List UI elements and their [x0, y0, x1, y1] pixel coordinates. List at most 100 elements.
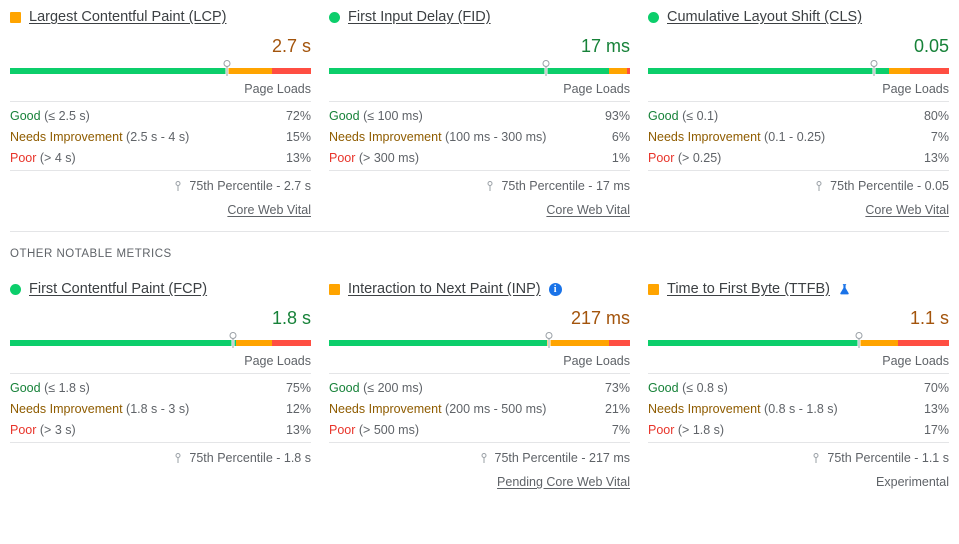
percentile-pin-marker — [869, 60, 878, 76]
bucket-percentage: 70% — [923, 380, 949, 395]
bucket-label: Poor (> 4 s) — [10, 150, 76, 165]
bucket-rows-lcp: Good (≤ 2.5 s) 72% Needs Improvement (2.5 … — [10, 102, 311, 170]
metric-footer-cls[interactable]: Core Web Vital — [648, 197, 949, 217]
bucket-label: Good (≤ 0.1) — [648, 108, 719, 123]
bar-segment-needs_improvement — [226, 68, 272, 74]
bar-track — [10, 340, 311, 346]
metric-title-lcp[interactable]: Largest Contentful Paint (LCP) — [29, 9, 226, 25]
bucket-label: Needs Improvement (100 ms - 300 ms) — [329, 129, 547, 144]
bucket-percentage: 13% — [285, 422, 311, 437]
bucket-percentage: 73% — [604, 380, 630, 395]
bucket-row: Needs Improvement (1.8 s - 3 s) 12% — [10, 398, 311, 419]
percentile-text: 75th Percentile - 217 ms — [494, 451, 631, 465]
other-metrics-grid: First Contentful Paint (FCP) 1.8 s Page Lo… — [0, 270, 959, 489]
footer-label[interactable]: Core Web Vital — [227, 203, 311, 217]
bucket-rows-fid: Good (≤ 100 ms) 93% Needs Improvement (100… — [329, 102, 630, 170]
status-marker-fcp — [10, 283, 21, 295]
bar-segment-needs_improvement — [546, 340, 610, 346]
bucket-percentage: 15% — [285, 129, 311, 144]
bar-segment-needs_improvement — [235, 340, 272, 346]
footer-label[interactable]: Core Web Vital — [865, 203, 949, 217]
metric-value-cls: 0.05 — [913, 36, 949, 56]
bucket-rows-inp: Good (≤ 200 ms) 73% Needs Improvement (200… — [329, 374, 630, 442]
bucket-percentage: 75% — [285, 380, 311, 395]
bucket-row: Good (≤ 0.1) 80% — [648, 105, 949, 126]
bucket-row: Poor (> 1.8 s) 17% — [648, 419, 949, 440]
metric-card-ttfb: Time to First Byte (TTFB) 1.1 s Page Loads… — [648, 272, 949, 489]
page-loads-header: Page Loads — [244, 354, 311, 368]
bucket-row: Needs Improvement (200 ms - 500 ms) 21% — [329, 398, 630, 419]
metric-title-fid[interactable]: First Input Delay (FID) — [348, 9, 491, 25]
bucket-percentage: 1% — [611, 150, 630, 165]
core-web-vitals-report: Largest Contentful Paint (LCP) 2.7 s Page … — [0, 0, 959, 544]
metric-value-ttfb: 1.1 s — [909, 308, 949, 328]
percentile-row-ttfb: 75th Percentile - 1.1 s — [648, 443, 949, 469]
percentile-pin-marker — [541, 60, 550, 76]
metric-title-ttfb[interactable]: Time to First Byte (TTFB) — [667, 281, 830, 297]
percentile-pin-marker — [544, 332, 553, 348]
metric-header-lcp: Largest Contentful Paint (LCP) — [10, 4, 311, 30]
bucket-label: Poor (> 1.8 s) — [648, 422, 725, 437]
status-marker-lcp — [10, 11, 21, 23]
bucket-label: Poor (> 500 ms) — [329, 422, 419, 437]
bucket-rows-ttfb: Good (≤ 0.8 s) 70% Needs Improvement (0.8 … — [648, 374, 949, 442]
bucket-label: Needs Improvement (200 ms - 500 ms) — [329, 401, 547, 416]
bucket-row: Needs Improvement (2.5 s - 4 s) 15% — [10, 126, 311, 147]
percentile-row-cls: 75th Percentile - 0.05 — [648, 171, 949, 197]
footer-label[interactable]: Core Web Vital — [546, 203, 630, 217]
status-marker-fid — [329, 11, 340, 23]
metric-card-lcp: Largest Contentful Paint (LCP) 2.7 s Page … — [10, 0, 311, 217]
bucket-label: Poor (> 3 s) — [10, 422, 76, 437]
bucket-label: Good (≤ 0.8 s) — [648, 380, 728, 395]
metric-footer-lcp[interactable]: Core Web Vital — [10, 197, 311, 217]
distribution-bar-lcp — [10, 60, 311, 76]
bucket-percentage: 6% — [611, 129, 630, 144]
metric-title-fcp[interactable]: First Contentful Paint (FCP) — [29, 281, 207, 297]
metric-footer-inp[interactable]: Pending Core Web Vital — [329, 469, 630, 489]
percentile-text: 75th Percentile - 1.8 s — [189, 451, 311, 465]
bar-segment-needs_improvement — [608, 68, 627, 74]
info-icon[interactable]: i — [548, 282, 562, 296]
core-web-vitals-grid: Largest Contentful Paint (LCP) 2.7 s Page … — [0, 0, 959, 217]
bucket-percentage: 93% — [604, 108, 630, 123]
metric-value-fcp: 1.8 s — [271, 308, 311, 328]
percentile-text: 75th Percentile - 17 ms — [501, 179, 630, 193]
bucket-label: Good (≤ 1.8 s) — [10, 380, 90, 395]
bucket-row: Good (≤ 0.8 s) 70% — [648, 377, 949, 398]
bar-segment-poor — [609, 340, 630, 346]
percentile-row-lcp: 75th Percentile - 2.7 s — [10, 171, 311, 197]
location-pin-icon — [813, 453, 819, 463]
distribution-bar-fcp — [10, 332, 311, 348]
bar-segment-good — [329, 68, 609, 74]
metric-title-cls[interactable]: Cumulative Layout Shift (CLS) — [667, 9, 862, 25]
bucket-row: Poor (> 300 ms) 1% — [329, 147, 630, 168]
bar-segment-poor — [909, 68, 949, 74]
bar-segment-good — [648, 68, 889, 74]
metric-value-fid: 17 ms — [580, 36, 630, 56]
metric-card-cls: Cumulative Layout Shift (CLS) 0.05 Page Lo… — [648, 0, 949, 217]
metric-title-inp[interactable]: Interaction to Next Paint (INP) — [348, 281, 541, 297]
metric-footer-fid[interactable]: Core Web Vital — [329, 197, 630, 217]
metric-footer-ttfb: Experimental — [648, 469, 949, 489]
footer-label[interactable]: Pending Core Web Vital — [497, 475, 630, 489]
status-marker-inp — [329, 283, 340, 295]
percentile-pin-marker — [222, 60, 231, 76]
status-marker-cls — [648, 11, 659, 23]
bucket-row: Needs Improvement (100 ms - 300 ms) 6% — [329, 126, 630, 147]
bucket-percentage: 80% — [923, 108, 949, 123]
bucket-rows-fcp: Good (≤ 1.8 s) 75% Needs Improvement (1.8 … — [10, 374, 311, 442]
bar-segment-needs_improvement — [888, 68, 910, 74]
bar-segment-poor — [271, 68, 311, 74]
bucket-percentage: 12% — [285, 401, 311, 416]
percentile-row-inp: 75th Percentile - 217 ms — [329, 443, 630, 469]
bucket-label: Poor (> 300 ms) — [329, 150, 419, 165]
bucket-percentage: 72% — [285, 108, 311, 123]
location-pin-icon — [175, 181, 181, 191]
page-loads-header: Page Loads — [563, 354, 630, 368]
bucket-label: Good (≤ 200 ms) — [329, 380, 423, 395]
bar-segment-poor — [897, 340, 949, 346]
bar-segment-good — [10, 68, 227, 74]
flask-icon[interactable] — [838, 283, 851, 296]
bucket-percentage: 17% — [923, 422, 949, 437]
bucket-percentage: 13% — [923, 401, 949, 416]
